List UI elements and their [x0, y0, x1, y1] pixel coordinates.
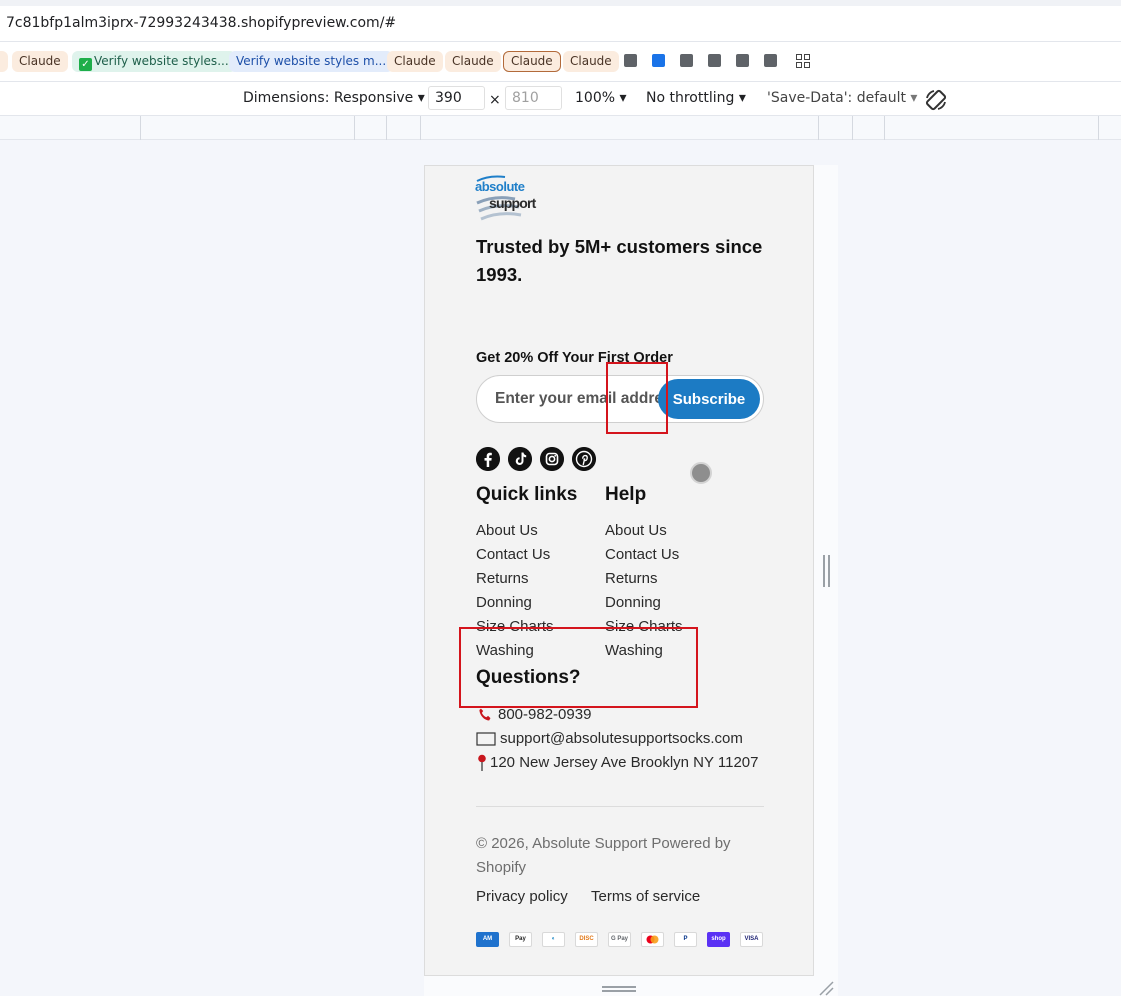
zoom-dropdown[interactable]: 100% ▾ [575, 90, 627, 106]
apps-grid-icon[interactable] [796, 54, 810, 68]
bookmark-square-icon[interactable] [624, 54, 637, 67]
right-resize-handle[interactable] [823, 555, 830, 587]
logo-text-bottom: support [489, 195, 536, 211]
help-link-contact-us[interactable]: Contact Us [605, 543, 683, 567]
bookmark-claude[interactable]: Claude [387, 51, 443, 72]
subscribe-button[interactable]: Subscribe [658, 379, 760, 419]
footer-divider [476, 806, 764, 807]
bookmark-verify-styles-m[interactable]: Verify website styles m... [229, 51, 394, 72]
bookmark-partial[interactable] [0, 51, 8, 72]
logo-text-top: absolute [475, 179, 525, 194]
privacy-policy-link[interactable]: Privacy policy [476, 888, 568, 905]
bookmark-square-icon[interactable] [708, 54, 721, 67]
rotate-icon[interactable] [924, 88, 948, 112]
instagram-icon[interactable] [540, 447, 564, 471]
bookmark-claude[interactable]: Claude [563, 51, 619, 72]
phone-icon [479, 708, 491, 721]
mastercard-icon [641, 932, 664, 947]
visa-icon: VISA [740, 932, 763, 947]
contact-address: 120 New Jersey Ave Brooklyn NY 11207 [476, 751, 759, 775]
footer-link-about-us[interactable]: About Us [476, 519, 554, 543]
dimensions-dropdown[interactable]: Dimensions: Responsive ▾ [243, 90, 425, 106]
annotation-box-questions-spacing [459, 627, 698, 708]
bookmark-square-icon[interactable] [680, 54, 693, 67]
device-viewport: absolute support Trusted by 5M+ customer… [424, 165, 814, 976]
footer-tagline: Trusted by 5M+ customers since 1993. [476, 236, 763, 285]
bookmark-square-icon[interactable] [652, 54, 665, 67]
width-input[interactable]: 390 [428, 86, 485, 110]
device-toolbar: Dimensions: Responsive ▾ 390 × 810 100% … [0, 82, 1121, 116]
pinterest-icon[interactable] [572, 447, 596, 471]
save-data-dropdown[interactable]: 'Save-Data': default ▾ [767, 90, 917, 106]
apple-pay-icon: Pay [509, 932, 532, 947]
tiktok-icon[interactable] [508, 447, 532, 471]
times-label: × [489, 92, 501, 108]
footer-link-contact-us[interactable]: Contact Us [476, 543, 554, 567]
brand-logo[interactable]: absolute support [475, 173, 545, 225]
throttling-dropdown[interactable]: No throttling ▾ [646, 90, 746, 106]
bookmark-square-icon[interactable] [764, 54, 777, 67]
google-pay-icon: G Pay [608, 932, 631, 947]
bookmarks-bar: Claude ✓ Verify website styles... Verify … [0, 42, 1121, 82]
bottom-resize-handle[interactable] [602, 986, 636, 992]
terms-of-service-link[interactable]: Terms of service [591, 888, 700, 905]
annotation-box-input-overlap [606, 362, 668, 434]
bookmark-claude-active[interactable]: Claude [503, 51, 561, 72]
checkmark-icon: ✓ [79, 58, 92, 71]
copyright-text: © 2026, Absolute Support Powered by Shop… [476, 835, 731, 876]
help-link-returns[interactable]: Returns [605, 567, 683, 591]
footer-link-returns[interactable]: Returns [476, 567, 554, 591]
corner-resize-icon[interactable] [818, 980, 834, 996]
footer-link-donning[interactable]: Donning [476, 591, 554, 615]
bookmark-verify-styles[interactable]: ✓ Verify website styles... [72, 51, 236, 72]
shop-pay-icon: shop [707, 932, 730, 947]
amex-icon: AM [476, 932, 499, 947]
bookmark-claude[interactable]: Claude [445, 51, 501, 72]
help-heading: Help [605, 484, 647, 505]
paypal-icon: P [674, 932, 697, 947]
envelope-icon [476, 732, 496, 746]
bookmark-claude[interactable]: Claude [12, 51, 68, 72]
help-link-donning[interactable]: Donning [605, 591, 683, 615]
touch-cursor [690, 462, 712, 484]
contact-email[interactable]: support@absolutesupportsocks.com [476, 727, 743, 751]
media-query-ruler[interactable] [0, 116, 1121, 140]
address-bar[interactable]: 7c81bfp1alm3iprx-72993243438.shopifyprev… [0, 0, 1121, 42]
url-text[interactable]: 7c81bfp1alm3iprx-72993243438.shopifyprev… [6, 15, 396, 31]
pushpin-icon [478, 754, 486, 772]
help-link-about-us[interactable]: About Us [605, 519, 683, 543]
facebook-icon[interactable] [476, 447, 500, 471]
bookmark-square-icon[interactable] [736, 54, 749, 67]
diners-club-icon: ◐ [542, 932, 565, 947]
discover-icon: DISC [575, 932, 598, 947]
quick-links-heading: Quick links [476, 484, 578, 505]
height-input[interactable]: 810 [505, 86, 562, 110]
